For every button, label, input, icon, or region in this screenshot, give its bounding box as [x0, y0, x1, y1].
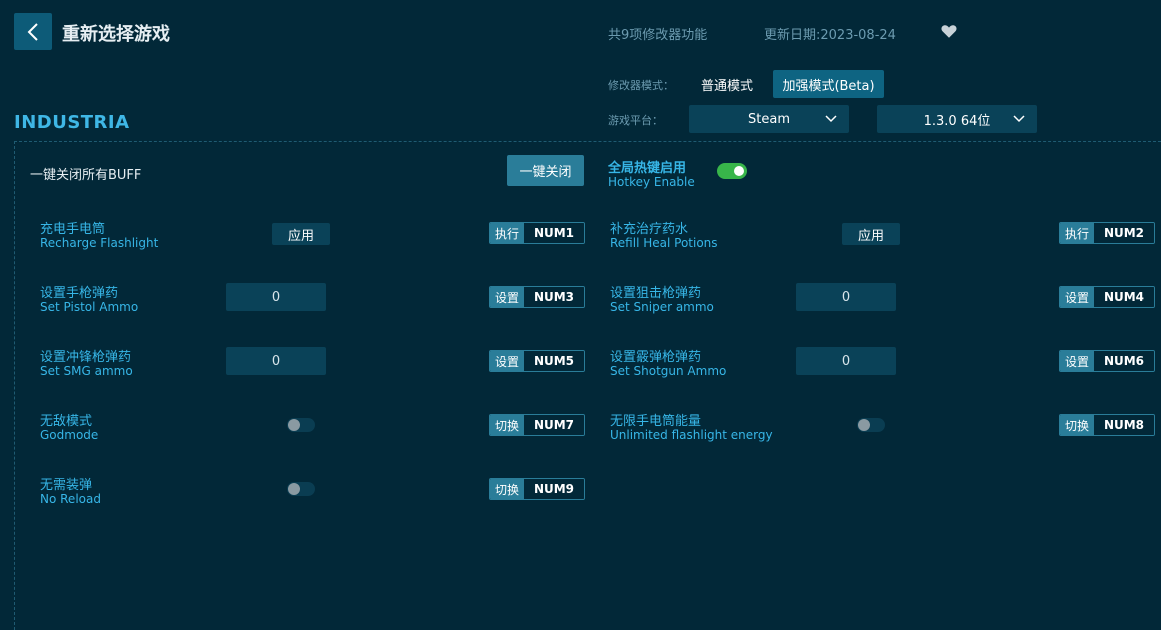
hotkey-key: NUM2 [1094, 223, 1154, 243]
game-name: INDUSTRIA [14, 112, 130, 133]
option-label-en: No Reload [40, 492, 101, 506]
hotkey-key: NUM9 [524, 479, 584, 499]
hotkey-action: 设置 [490, 351, 524, 371]
unlimited-flashlight-toggle[interactable] [857, 418, 885, 432]
normal-mode-button[interactable]: 普通模式 [690, 70, 764, 98]
heart-icon[interactable] [940, 22, 958, 40]
option-label-en: Set SMG ammo [40, 364, 133, 378]
option-label-en: Set Pistol Ammo [40, 300, 139, 314]
hotkey-action: 设置 [490, 287, 524, 307]
hotkey-enable-label: 全局热键启用 [608, 161, 687, 176]
option-label: 设置霰弹枪弹药 [610, 350, 702, 365]
apply-button[interactable]: 应用 [272, 223, 330, 245]
version-select[interactable]: 1.3.0 64位 [877, 105, 1037, 133]
option-label: 设置冲锋枪弹药 [40, 350, 132, 365]
hotkey-key: NUM3 [524, 287, 584, 307]
hotkey-key: NUM5 [524, 351, 584, 371]
pistol-ammo-input[interactable] [226, 283, 326, 311]
hotkey-action: 执行 [490, 223, 524, 243]
hotkey-button[interactable]: 设置 NUM3 [489, 286, 585, 308]
mode-label: 修改器模式： [608, 79, 674, 92]
hotkey-button[interactable]: 设置 NUM6 [1059, 350, 1155, 372]
hotkey-button[interactable]: 设置 NUM5 [489, 350, 585, 372]
option-label: 补充治疗药水 [610, 222, 689, 237]
option-label-en: Godmode [40, 428, 99, 442]
hotkey-action: 设置 [1060, 287, 1094, 307]
hotkey-button[interactable]: 执行 NUM2 [1059, 222, 1155, 244]
option-label-en: Set Sniper ammo [610, 300, 714, 314]
godmode-toggle[interactable] [287, 418, 315, 432]
option-label: 充电手电筒 [40, 222, 106, 237]
hotkey-action: 执行 [1060, 223, 1094, 243]
hotkey-key: NUM8 [1094, 415, 1154, 435]
page-title: 重新选择游戏 [62, 24, 170, 45]
hotkey-enable-toggle[interactable] [717, 163, 747, 179]
platform-value: Steam [748, 111, 790, 127]
platform-select[interactable]: Steam [689, 105, 849, 133]
hotkey-button[interactable]: 设置 NUM4 [1059, 286, 1155, 308]
smg-ammo-input[interactable] [226, 347, 326, 375]
option-label: 无敌模式 [40, 414, 93, 429]
hotkey-button[interactable]: 执行 NUM1 [489, 222, 585, 244]
hotkey-button[interactable]: 切换 NUM7 [489, 414, 585, 436]
hotkey-action: 切换 [490, 479, 524, 499]
option-label-en: Set Shotgun Ammo [610, 364, 727, 378]
chevron-left-icon [27, 22, 38, 41]
hotkey-action: 切换 [1060, 415, 1094, 435]
hotkey-key: NUM7 [524, 415, 584, 435]
disable-all-button[interactable]: 一键关闭 [507, 155, 584, 186]
hotkey-action: 切换 [490, 415, 524, 435]
hotkey-action: 设置 [1060, 351, 1094, 371]
platform-label: 游戏平台： [608, 114, 663, 127]
no-reload-toggle[interactable] [287, 482, 315, 496]
enhanced-mode-button[interactable]: 加强模式(Beta) [773, 70, 884, 98]
disable-all-label: 一键关闭所有BUFF [30, 168, 142, 183]
hotkey-key: NUM1 [524, 223, 584, 243]
sniper-ammo-input[interactable] [796, 283, 896, 311]
hotkey-button[interactable]: 切换 NUM9 [489, 478, 585, 500]
chevron-down-icon [825, 115, 837, 123]
shotgun-ammo-input[interactable] [796, 347, 896, 375]
hotkey-key: NUM4 [1094, 287, 1154, 307]
hotkey-enable-label-en: Hotkey Enable [608, 175, 695, 189]
apply-button[interactable]: 应用 [842, 223, 900, 245]
option-label: 设置狙击枪弹药 [610, 286, 702, 301]
option-label-en: Refill Heal Potions [610, 236, 718, 250]
option-label: 无需装弹 [40, 478, 93, 493]
version-value: 1.3.0 64位 [923, 113, 991, 129]
options-panel [14, 141, 1161, 630]
option-label: 设置手枪弹药 [40, 286, 119, 301]
back-button[interactable] [14, 13, 52, 50]
update-date: 更新日期:2023-08-24 [764, 28, 896, 43]
option-label-en: Unlimited flashlight energy [610, 428, 773, 442]
feature-count: 共9项修改器功能 [608, 28, 708, 43]
hotkey-button[interactable]: 切换 NUM8 [1059, 414, 1155, 436]
option-label-en: Recharge Flashlight [40, 236, 159, 250]
hotkey-key: NUM6 [1094, 351, 1154, 371]
option-label: 无限手电筒能量 [610, 414, 702, 429]
chevron-down-icon [1013, 115, 1025, 123]
